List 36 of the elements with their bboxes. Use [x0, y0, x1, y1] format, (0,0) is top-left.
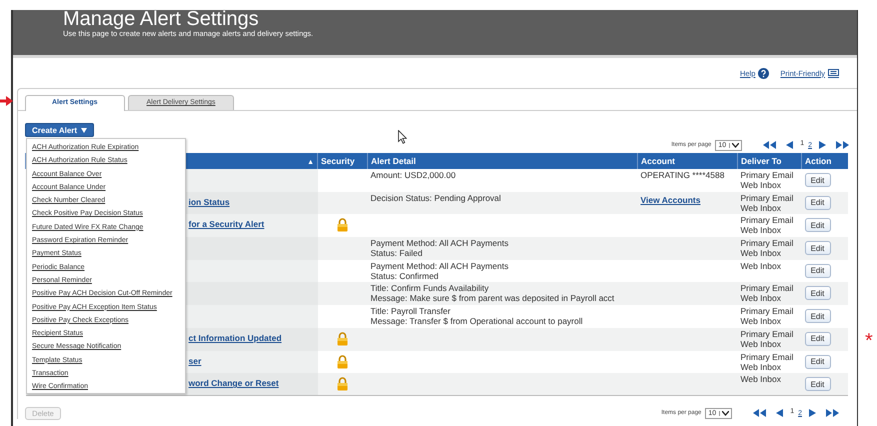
delivery-method: Primary Email [740, 238, 794, 248]
alert-detail-text: Message: Transfer $ from Operational account to payroll [370, 316, 584, 326]
column-header: Account [638, 153, 738, 169]
delivery-method: Web Inbox [740, 374, 782, 384]
page-title: Manage Alert Settings [63, 10, 260, 28]
delivery-method: Primary Email [740, 192, 794, 203]
alert-detail-text: Decision Status: Pending Approval [370, 192, 502, 203]
delivery-method: Web Inbox [740, 260, 782, 271]
delivery-method: Web Inbox [740, 180, 782, 190]
delivery-method: Primary Email [740, 352, 794, 362]
annotation-mark: * [865, 332, 873, 350]
delivery-method: Primary Email [740, 283, 794, 294]
delivery-method: Web Inbox [740, 338, 782, 349]
delivery-method: Primary Email [740, 306, 794, 316]
delivery-method: Web Inbox [740, 202, 782, 213]
alert-detail-text: Title: Confirm Funds Availability [370, 283, 490, 294]
delivery-method: Primary Email [740, 328, 794, 339]
delivery-method: Web Inbox [740, 248, 782, 258]
account-text: OPERATING ****4588 [640, 170, 724, 180]
delivery-method: Web Inbox [740, 316, 782, 326]
delivery-method: Web Inbox [740, 362, 782, 372]
alert-detail-text: Status: Failed [370, 248, 424, 258]
alert-detail-text: Payment Method: All ACH Payments [370, 260, 510, 271]
column-header: Action [802, 153, 848, 169]
column-header: Alert Detail [368, 153, 638, 169]
column-header: Security [318, 153, 368, 169]
delivery-method: Web Inbox [740, 225, 782, 236]
delivery-method: Primary Email [740, 170, 794, 180]
alert-detail-text: Title: Payroll Transfer [370, 306, 452, 316]
column-header: Deliver To [738, 153, 802, 169]
alert-detail-text: Status: Confirmed [370, 270, 440, 281]
delivery-method: Web Inbox [740, 293, 782, 304]
alert-detail-text: Amount: USD2,000.00 [370, 170, 457, 180]
alert-detail-text: Message: Make sure $ from parent was deposited in Payroll acct [370, 293, 616, 304]
delivery-method: Primary Email [740, 215, 794, 226]
alert-detail-text: Payment Method: All ACH Payments [370, 238, 510, 248]
